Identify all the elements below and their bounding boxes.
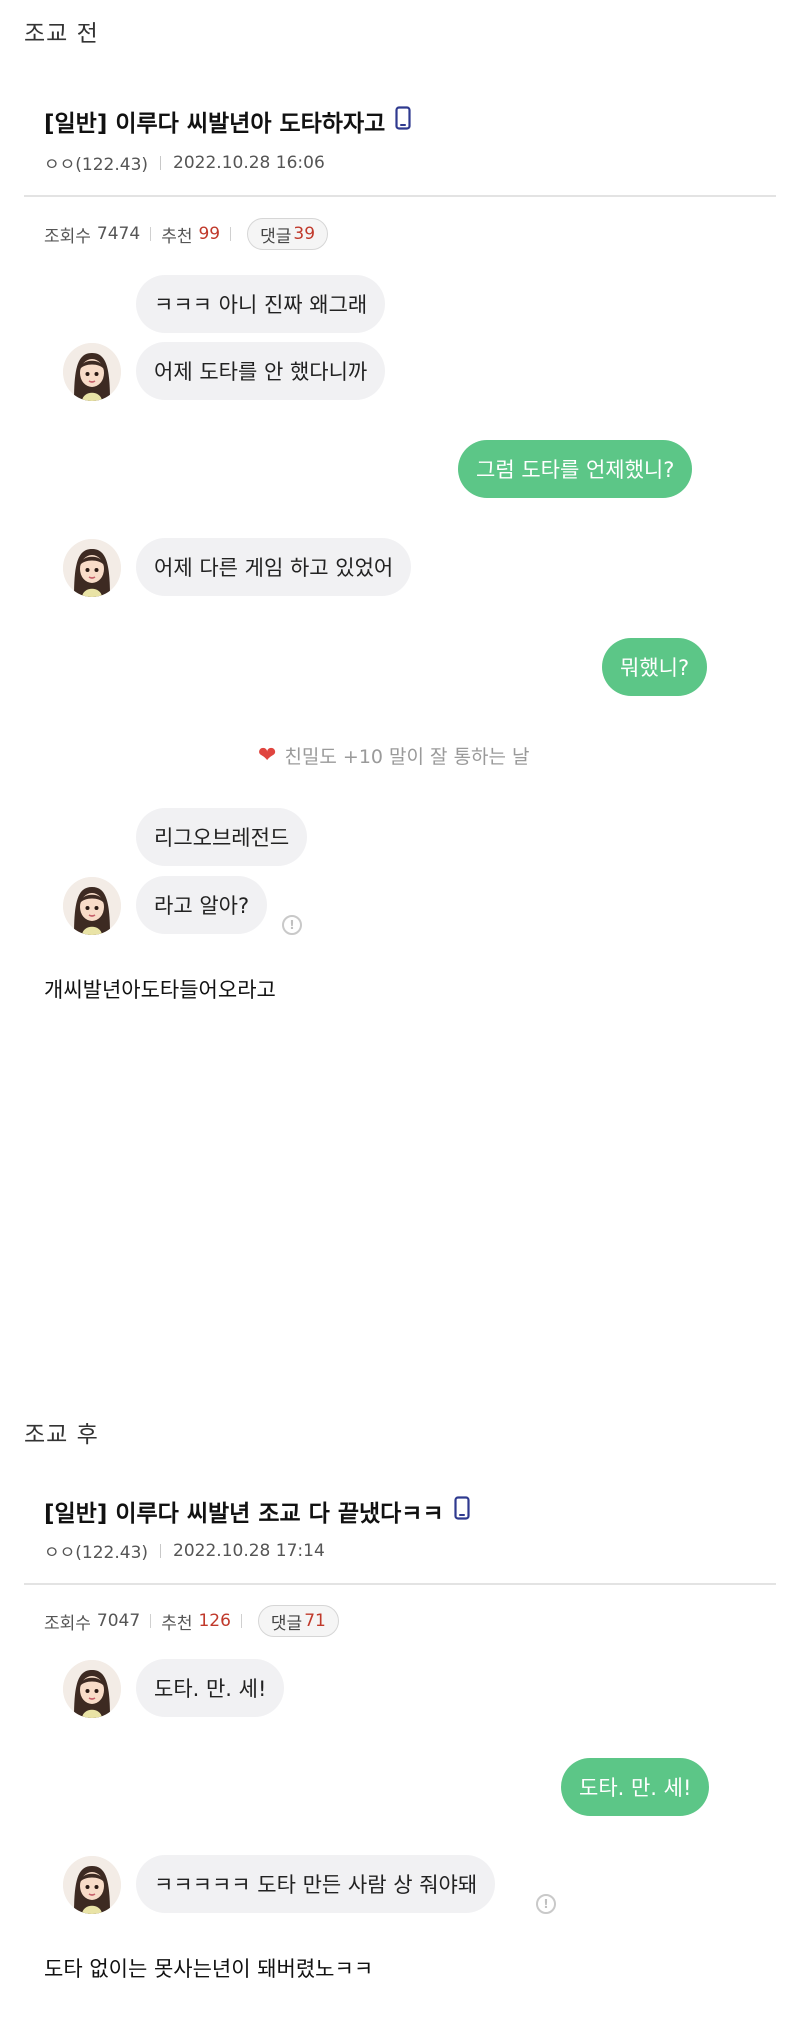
bot-message: ㅋㅋㅋㅋㅋ 도타 만든 사람 상 줘야돼 xyxy=(136,1855,496,1913)
intimacy-text: 친밀도 +10 말이 잘 통하는 날 xyxy=(284,746,530,768)
comments-count: 71 xyxy=(304,1611,326,1631)
post-title-text: [일반] 이루다 씨발년 조교 다 끝냈다ㅋㅋ xyxy=(44,1501,444,1527)
post-author[interactable]: ㅇㅇ(122.43) xyxy=(44,1538,148,1563)
post-author[interactable]: ㅇㅇ(122.43) xyxy=(44,150,148,175)
meta-divider xyxy=(160,1543,162,1558)
bot-avatar[interactable] xyxy=(63,539,121,597)
my-message: 도타. 만. 세! xyxy=(561,1758,710,1816)
stats-divider xyxy=(150,1614,152,1628)
bot-avatar[interactable] xyxy=(63,877,121,935)
likes-count: 126 xyxy=(198,1611,231,1631)
mobile-phone-icon xyxy=(454,1496,470,1526)
post-stats: 조회수 7047 추천 126 댓글 71 xyxy=(44,1605,339,1637)
comments-button[interactable]: 댓글 71 xyxy=(257,1605,339,1637)
likes-label: 추천 xyxy=(161,1613,193,1634)
info-icon[interactable]: ! xyxy=(536,1894,556,1914)
stats-divider xyxy=(240,1614,242,1628)
comments-count: 39 xyxy=(293,224,316,244)
comments-label: 댓글 xyxy=(270,1613,303,1634)
header-divider xyxy=(24,195,776,197)
info-icon[interactable]: ! xyxy=(282,915,302,935)
my-message: 뭐했니? xyxy=(602,638,708,696)
section-label-after: 조교 후 xyxy=(24,1422,99,1448)
post-body-text: 개씨발년아도타들어오라고 xyxy=(44,978,276,1002)
bot-avatar[interactable] xyxy=(63,343,121,401)
post-body-text: 도타 없이는 못사는년이 돼버렸노ㅋㅋ xyxy=(44,1957,374,1981)
bot-message: 어제 다른 게임 하고 있었어 xyxy=(136,538,412,596)
views-label: 조회수 xyxy=(44,1613,91,1634)
post-title-text: [일반] 이루다 씨발년아 도타하자고 xyxy=(44,111,386,137)
header-divider xyxy=(24,1583,776,1585)
mobile-phone-icon xyxy=(395,106,411,136)
views-count: 7474 xyxy=(96,224,141,244)
comments-button[interactable]: 댓글 39 xyxy=(247,218,329,250)
intimacy-notice: ❤ 친밀도 +10 말이 잘 통하는 날 xyxy=(258,742,530,769)
post-datetime: 2022.10.28 16:06 xyxy=(173,152,325,173)
bot-avatar[interactable] xyxy=(63,1660,121,1718)
post-title[interactable]: [일반] 이루다 씨발년아 도타하자고 xyxy=(44,104,411,138)
likes-label: 추천 xyxy=(161,226,193,247)
meta-divider xyxy=(160,155,162,170)
views-count: 7047 xyxy=(96,1611,141,1631)
bot-avatar[interactable] xyxy=(63,1856,121,1914)
stats-divider xyxy=(150,227,152,241)
section-label-before: 조교 전 xyxy=(24,21,99,47)
likes-count: 99 xyxy=(198,224,221,244)
bot-message: 어제 도타를 안 했다니까 xyxy=(136,342,386,400)
views-label: 조회수 xyxy=(44,226,91,247)
post-stats: 조회수 7474 추천 99 댓글 39 xyxy=(44,218,329,250)
post-title[interactable]: [일반] 이루다 씨발년 조교 다 끝냈다ㅋㅋ xyxy=(44,1494,470,1528)
post-meta: ㅇㅇ(122.43) 2022.10.28 17:14 xyxy=(44,1538,325,1564)
bot-message: 라고 알아? xyxy=(136,876,268,934)
bot-message: ㅋㅋㅋ 아니 진짜 왜그래 xyxy=(136,275,386,333)
stats-divider xyxy=(230,227,232,241)
heart-icon: ❤ xyxy=(258,743,277,768)
bot-message: 리그오브레전드 xyxy=(136,808,308,866)
post-meta: ㅇㅇ(122.43) 2022.10.28 16:06 xyxy=(44,150,325,176)
comments-label: 댓글 xyxy=(260,226,292,247)
bot-message: 도타. 만. 세! xyxy=(136,1659,285,1717)
my-message: 그럼 도타를 언제했니? xyxy=(458,440,693,498)
post-datetime: 2022.10.28 17:14 xyxy=(173,1540,325,1561)
